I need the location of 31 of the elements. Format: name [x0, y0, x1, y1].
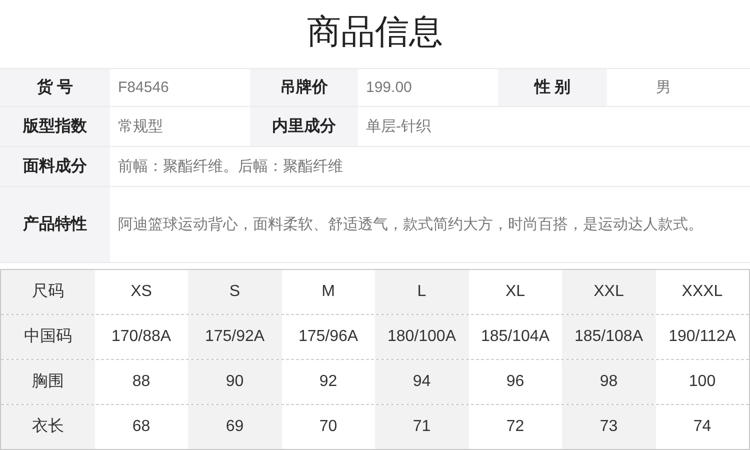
column-header: S: [188, 270, 282, 314]
field-value: 199.00: [365, 78, 413, 98]
table-cell: 90: [188, 360, 282, 404]
column-header: XXL: [562, 270, 656, 314]
field-label: 性 别: [498, 69, 607, 106]
table-cell: 衣长: [1, 405, 94, 449]
field-label: 内里成分: [250, 107, 358, 146]
field-label: 货 号: [0, 69, 110, 106]
field-label: 吊牌价: [250, 69, 358, 106]
table-cell: 175/92A: [188, 315, 282, 359]
table-cell: 73: [562, 405, 656, 449]
field-value: 男: [655, 78, 672, 98]
field-value: 单层-针织: [365, 116, 432, 136]
field-value: 前幅：聚酯纤维。后幅：聚酯纤维: [117, 156, 344, 176]
table-cell: 98: [562, 360, 656, 404]
field-value: F84546: [117, 78, 170, 98]
page-title: 商品信息: [307, 12, 443, 52]
table-cell: 180/100A: [375, 315, 468, 359]
field-label: 面料成分: [0, 147, 110, 186]
field-label: 产品特性: [0, 187, 110, 262]
column-header: 尺码: [1, 270, 94, 314]
field-value: 常规型: [117, 116, 164, 136]
table-cell: 185/108A: [562, 315, 656, 359]
table-cell: 胸围: [1, 360, 94, 404]
table-cell: 中国码: [1, 315, 94, 359]
table-cell: 94: [375, 360, 468, 404]
table-cell: 69: [188, 405, 282, 449]
field-label: 版型指数: [0, 107, 110, 146]
table-cell: 71: [375, 405, 468, 449]
column-header: L: [375, 270, 468, 314]
field-value: 阿迪篮球运动背心，面料柔软、舒适透气，款式简约大方，时尚百搭，是运动达人款式。: [117, 214, 704, 234]
